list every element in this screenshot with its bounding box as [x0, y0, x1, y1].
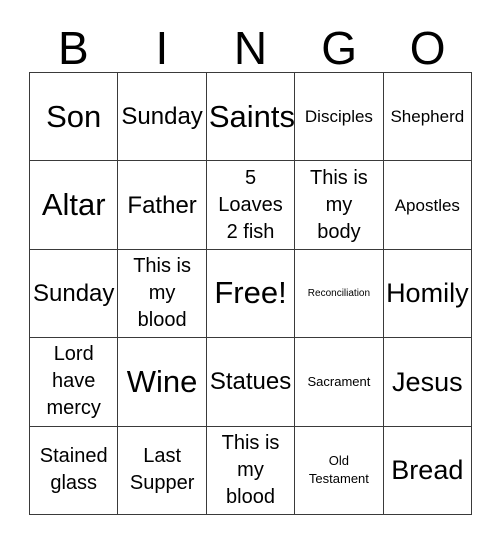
bingo-cell-label: This is my blood [133, 254, 191, 331]
bingo-cell-label: This is my blood [221, 431, 280, 508]
bingo-cell[interactable]: Apostles [383, 161, 473, 250]
bingo-cell-label: Disciples [304, 107, 373, 127]
bingo-cell-label: Old Testament [308, 453, 369, 487]
bingo-cell[interactable]: This is my blood [118, 249, 207, 339]
bingo-row: Sunday This is my blood Free! Reconcilia… [30, 249, 473, 339]
bingo-cell[interactable]: Shepherd [383, 73, 473, 162]
bingo-cell-label: Free! [214, 275, 287, 311]
bingo-row: Lord have mercy Wine Statues Sacrament J… [30, 338, 473, 427]
bingo-cell[interactable]: This is my blood [206, 426, 296, 515]
bingo-cell-label: Sunday [121, 103, 203, 131]
bingo-cell-label: Jesus [392, 366, 463, 397]
bingo-cell-label: Bread [391, 455, 464, 486]
bingo-cell-label: Saints [208, 98, 295, 134]
bingo-cell-label: Statues [209, 368, 292, 396]
bingo-header-letter-i: I [155, 22, 169, 74]
bingo-cell[interactable]: Stained glass [30, 426, 119, 515]
bingo-cell-label: 5 Loaves 2 fish [218, 166, 283, 243]
bingo-cell[interactable]: Father [118, 161, 207, 250]
bingo-cell[interactable]: Wine [118, 338, 207, 427]
bingo-cell-label: Reconciliation [307, 287, 371, 299]
bingo-cell[interactable]: Statues [206, 338, 296, 427]
bingo-cell[interactable]: Son [30, 73, 119, 162]
bingo-cell-label: Father [127, 191, 197, 219]
bingo-cell-label: Wine [126, 363, 198, 399]
bingo-header-letter-g: G [321, 22, 357, 74]
bingo-header-letter-b: B [57, 22, 89, 74]
bingo-header-letter-o: O [409, 22, 446, 74]
bingo-cell[interactable]: Sacrament [295, 338, 384, 427]
bingo-cell[interactable]: Sunday [118, 73, 207, 162]
bingo-cell[interactable]: Disciples [295, 73, 384, 162]
bingo-cell[interactable]: Lord have mercy [30, 338, 119, 427]
bingo-grid: Son Sunday Saints Disciples Shepherd Alt… [29, 72, 473, 515]
bingo-cell-label: Shepherd [390, 107, 465, 127]
bingo-cell-label: This is my body [310, 166, 368, 243]
bingo-cell-free-space[interactable]: Free! [206, 249, 296, 339]
bingo-cell[interactable]: Jesus [383, 338, 473, 427]
bingo-cell[interactable]: Old Testament [295, 426, 384, 515]
bingo-cell[interactable]: Altar [30, 161, 119, 250]
bingo-cell-label: Altar [41, 187, 106, 223]
bingo-cell[interactable]: 5 Loaves 2 fish [206, 161, 296, 250]
bingo-row: Altar Father 5 Loaves 2 fish This is my … [30, 161, 473, 250]
bingo-cell-label: Sunday [33, 279, 115, 307]
bingo-header-row: B I N G O [29, 10, 472, 72]
bingo-cell[interactable]: Bread [383, 426, 473, 515]
bingo-cell-label: Son [46, 98, 102, 134]
bingo-cell-label: Last Supper [129, 445, 195, 495]
bingo-cell[interactable]: Reconciliation [295, 249, 384, 339]
bingo-cell[interactable]: Last Supper [118, 426, 207, 515]
bingo-row: Stained glass Last Supper This is my blo… [30, 426, 473, 515]
bingo-cell-label: Lord have mercy [46, 343, 101, 420]
bingo-cell-label: Homily [386, 278, 469, 309]
bingo-cell[interactable]: Homily [383, 249, 473, 339]
bingo-cell-label: Sacrament [307, 373, 371, 389]
bingo-cell[interactable]: Sunday [30, 249, 119, 339]
bingo-cell-label: Apostles [394, 195, 460, 215]
bingo-row: Son Sunday Saints Disciples Shepherd [30, 73, 473, 162]
bingo-header-letter-n: N [233, 22, 268, 74]
bingo-cell-label: Stained glass [39, 445, 108, 495]
bingo-cell[interactable]: This is my body [295, 161, 384, 250]
bingo-cell[interactable]: Saints [206, 73, 296, 162]
bingo-card: B I N G O Son Sunday Saints Disciples Sh… [29, 10, 473, 515]
